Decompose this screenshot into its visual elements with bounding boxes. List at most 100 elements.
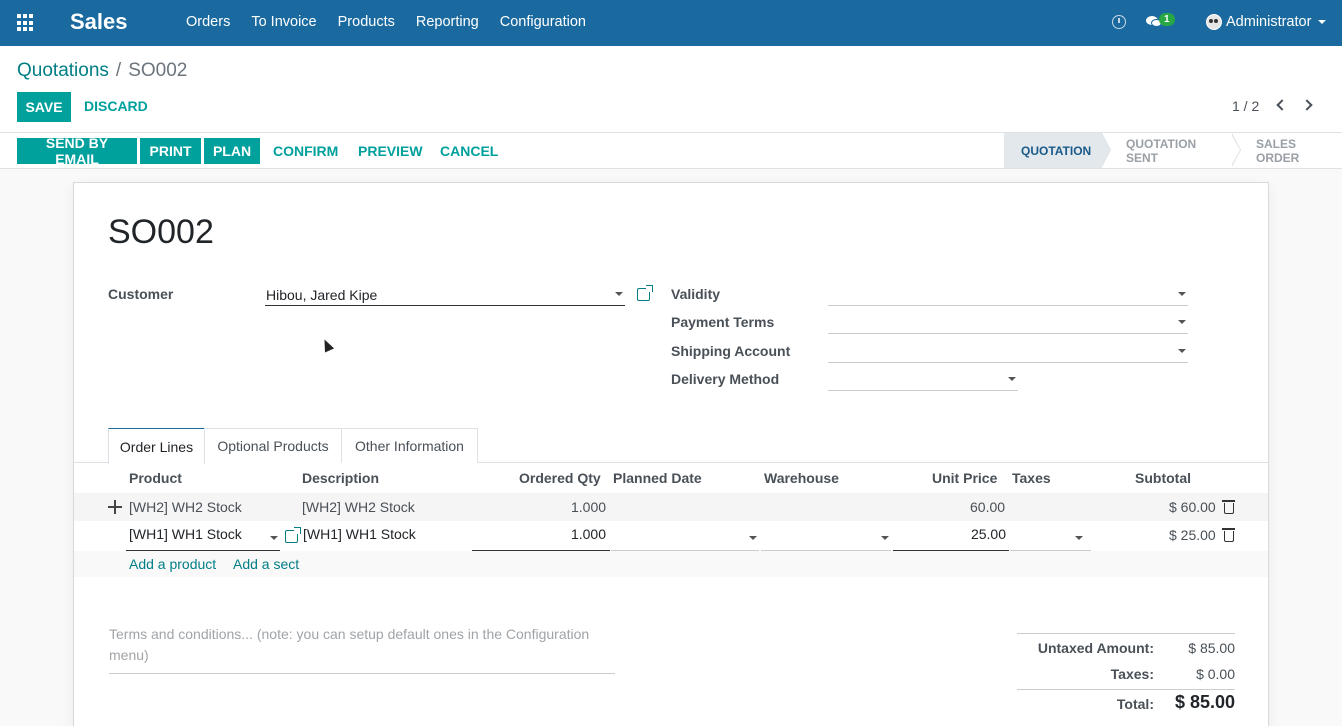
breadcrumb-quotations[interactable]: Quotations bbox=[17, 60, 109, 81]
payment-terms-label: Payment Terms bbox=[671, 314, 775, 330]
save-button[interactable]: SAVE bbox=[17, 92, 71, 122]
stage-quotation-sent[interactable]: QUOTATION SENT bbox=[1102, 133, 1241, 168]
confirm-button[interactable]: CONFIRM bbox=[273, 143, 338, 159]
unit-price-value: 25.00 bbox=[970, 526, 1006, 542]
total-value: $ 85.00 bbox=[1174, 692, 1235, 712]
totals-divider bbox=[1017, 689, 1235, 690]
top-navbar: Sales Orders To Invoice Products Reporti… bbox=[0, 0, 1342, 46]
unit-price-input[interactable]: 25.00 bbox=[893, 521, 1009, 551]
add-product-link[interactable]: Add a product bbox=[129, 556, 216, 572]
print-button[interactable]: PRINT bbox=[140, 138, 201, 164]
validity-input[interactable] bbox=[828, 284, 1188, 306]
chevron-down-icon[interactable] bbox=[270, 536, 278, 540]
chevron-down-icon[interactable] bbox=[1178, 292, 1186, 296]
stage-sales-order[interactable]: SALES ORDER bbox=[1232, 133, 1342, 168]
chat-count-badge: 1 bbox=[1159, 13, 1175, 26]
user-menu[interactable]: Administrator bbox=[1226, 14, 1311, 30]
chevron-down-icon[interactable] bbox=[749, 536, 757, 540]
status-bar: SEND BY EMAIL PRINT PLAN CONFIRM PREVIEW… bbox=[0, 133, 1342, 169]
customer-input[interactable]: Hibou, Jared Kipe bbox=[265, 284, 625, 306]
untaxed-amount-label: Untaxed Amount: bbox=[1037, 640, 1154, 656]
pager-value: 1 / 2 bbox=[1232, 98, 1260, 114]
shipping-account-label: Shipping Account bbox=[671, 343, 791, 359]
add-section-link[interactable]: Add a sect bbox=[233, 556, 299, 572]
menu-reporting[interactable]: Reporting bbox=[416, 14, 479, 30]
apps-menu-icon[interactable] bbox=[17, 14, 35, 32]
warehouse-input[interactable] bbox=[761, 521, 891, 551]
validity-label: Validity bbox=[671, 286, 721, 302]
main-menu: Orders To Invoice Products Reporting Con… bbox=[186, 14, 607, 30]
column-planned-date[interactable]: Planned Date bbox=[613, 470, 702, 486]
column-product[interactable]: Product bbox=[129, 470, 182, 486]
row1-subtotal: $ 60.00 bbox=[1169, 499, 1216, 515]
qty-input[interactable]: 1.000 bbox=[472, 521, 610, 551]
chevron-down-icon[interactable] bbox=[615, 292, 623, 296]
column-taxes[interactable]: Taxes bbox=[1012, 470, 1051, 486]
delivery-method-input[interactable] bbox=[828, 369, 1018, 391]
activity-clock-icon[interactable] bbox=[1112, 15, 1126, 29]
row2-subtotal: $ 25.00 bbox=[1169, 527, 1216, 543]
plan-button[interactable]: PLAN bbox=[204, 138, 260, 164]
taxes-value: $ 0.00 bbox=[1196, 666, 1235, 682]
column-ordered-qty[interactable]: Ordered Qty bbox=[519, 470, 601, 486]
send-by-email-button[interactable]: SEND BY EMAIL bbox=[17, 135, 137, 167]
stage-pipeline: QUOTATION QUOTATION SENT SALES ORDER bbox=[1004, 133, 1342, 168]
customer-value: Hibou, Jared Kipe bbox=[266, 287, 378, 303]
stage-quotation[interactable]: QUOTATION bbox=[1004, 133, 1111, 168]
stage-label: SALES ORDER bbox=[1256, 136, 1300, 165]
tab-optional-products[interactable]: Optional Products bbox=[204, 428, 342, 463]
pager-prev-icon[interactable] bbox=[1274, 97, 1288, 113]
shipping-account-input[interactable] bbox=[828, 341, 1188, 363]
totals-divider bbox=[1017, 633, 1235, 634]
row1-unit-price[interactable]: 60.00 bbox=[970, 499, 1005, 515]
payment-terms-input[interactable] bbox=[828, 312, 1188, 334]
discard-button[interactable]: DISCARD bbox=[84, 98, 148, 114]
row1-qty[interactable]: 1.000 bbox=[571, 499, 606, 515]
product-value: [WH1] WH1 Stock bbox=[129, 526, 242, 542]
breadcrumb-separator: / bbox=[115, 60, 122, 81]
taxes-input[interactable] bbox=[1010, 521, 1091, 551]
external-link-icon[interactable] bbox=[285, 527, 301, 543]
tab-order-lines[interactable]: Order Lines bbox=[108, 428, 205, 464]
menu-products[interactable]: Products bbox=[338, 14, 395, 30]
chevron-down-icon[interactable] bbox=[1008, 377, 1016, 381]
planned-date-input[interactable] bbox=[611, 521, 759, 551]
customer-label: Customer bbox=[108, 286, 174, 302]
menu-configuration[interactable]: Configuration bbox=[500, 14, 586, 30]
app-brand[interactable]: Sales bbox=[70, 9, 128, 35]
tab-other-information[interactable]: Other Information bbox=[341, 428, 478, 463]
column-warehouse[interactable]: Warehouse bbox=[764, 470, 839, 486]
chevron-down-icon[interactable] bbox=[881, 536, 889, 540]
product-input[interactable]: [WH1] WH1 Stock bbox=[126, 521, 280, 551]
preview-button[interactable]: PREVIEW bbox=[358, 143, 423, 159]
chevron-down-icon[interactable] bbox=[1178, 320, 1186, 324]
trash-icon[interactable] bbox=[1222, 528, 1235, 542]
table-row[interactable] bbox=[74, 493, 1268, 521]
pager-next-icon[interactable] bbox=[1301, 97, 1316, 113]
trash-icon[interactable] bbox=[1222, 500, 1235, 514]
stage-label: QUOTATION SENT bbox=[1126, 136, 1197, 165]
taxes-label: Taxes: bbox=[1110, 666, 1154, 682]
notebook-tabs: Order Lines Optional Products Other Info… bbox=[74, 428, 1268, 464]
row1-description[interactable]: [WH2] WH2 Stock bbox=[302, 499, 415, 515]
row1-product[interactable]: [WH2] WH2 Stock bbox=[129, 499, 242, 515]
untaxed-amount-value: $ 85.00 bbox=[1188, 640, 1235, 656]
qty-value: 1.000 bbox=[570, 526, 606, 542]
chevron-down-icon[interactable] bbox=[1075, 536, 1083, 540]
mouse-cursor-icon bbox=[319, 337, 335, 353]
column-description[interactable]: Description bbox=[302, 470, 379, 486]
record-title: SO002 bbox=[108, 213, 214, 251]
external-link-icon[interactable] bbox=[637, 285, 653, 301]
drag-handle-icon[interactable] bbox=[108, 500, 122, 514]
total-label: Total: bbox=[1116, 696, 1154, 712]
column-subtotal[interactable]: Subtotal bbox=[1135, 470, 1191, 486]
user-avatar[interactable] bbox=[1206, 14, 1222, 30]
menu-orders[interactable]: Orders bbox=[186, 14, 230, 30]
menu-to-invoice[interactable]: To Invoice bbox=[251, 14, 316, 30]
terms-and-conditions-input[interactable]: Terms and conditions... (note: you can s… bbox=[109, 624, 615, 674]
column-unit-price[interactable]: Unit Price bbox=[932, 470, 997, 486]
cancel-button[interactable]: CANCEL bbox=[440, 143, 498, 159]
chevron-down-icon[interactable] bbox=[1178, 349, 1186, 353]
chevron-down-icon[interactable] bbox=[1318, 20, 1326, 24]
breadcrumb-current: SO002 bbox=[128, 60, 188, 81]
